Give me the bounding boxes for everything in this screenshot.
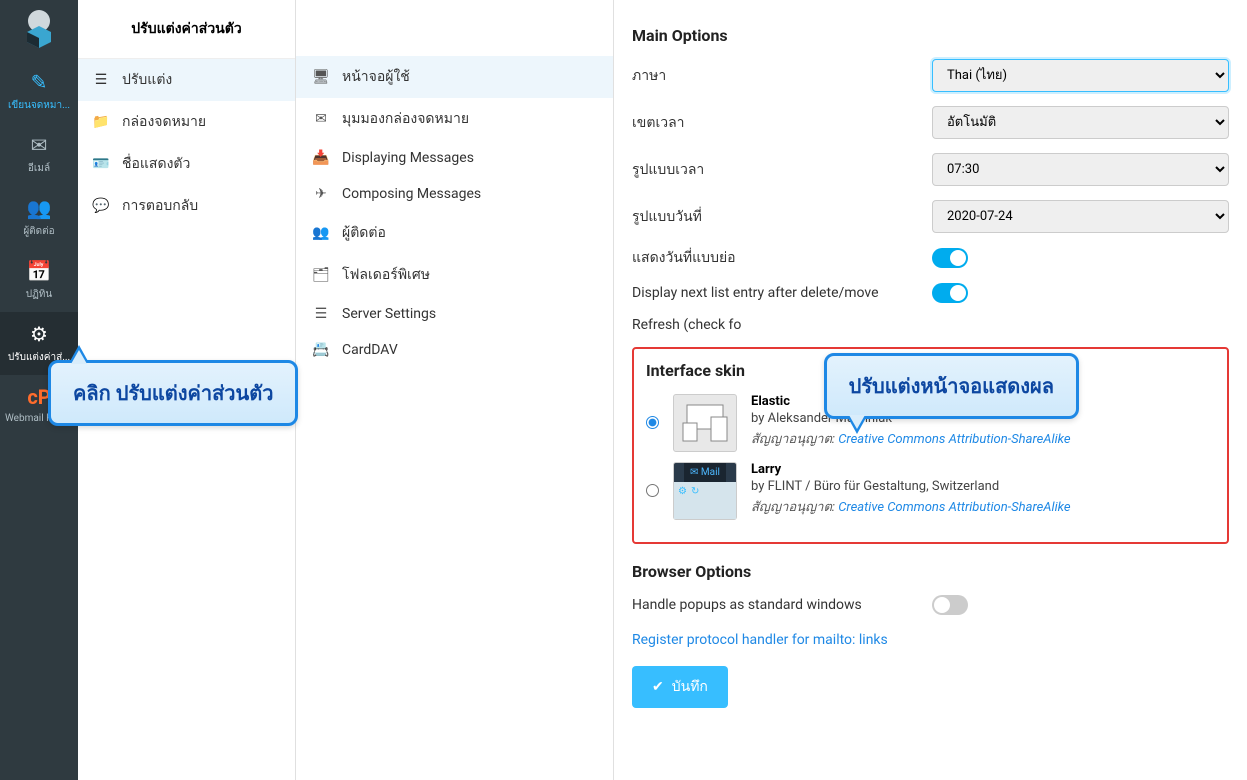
setting-contacts[interactable]: 👥 ผู้ติดต่อ [296, 212, 613, 254]
timezone-label: เขตเวลา [632, 112, 932, 134]
section-preferences-label: ปรับแต่ง [122, 69, 172, 91]
nav-compose[interactable]: ✎ เขียนจดหมา... [0, 60, 78, 123]
setting-user-interface[interactable]: 🖥 หน้าจอผู้ใช้ [296, 56, 613, 98]
timeformat-select[interactable]: 07:30 [932, 153, 1229, 186]
section-responses-label: การตอบกลับ [122, 195, 198, 217]
field-refresh: Refresh (check fo [632, 317, 1229, 333]
field-popup: Handle popups as standard windows [632, 595, 1229, 615]
field-dateformat: รูปแบบวันที่ 2020-07-24 [632, 200, 1229, 233]
field-timeformat: รูปแบบเวลา 07:30 [632, 153, 1229, 186]
carddav-icon: 📇 [312, 342, 330, 358]
displaynext-label: Display next list entry after delete/mov… [632, 285, 932, 301]
sections-title: ปรับแต่งค่าส่วนตัว [78, 0, 295, 59]
setting-special-folders[interactable]: 🗂 โฟลเดอร์พิเศษ [296, 254, 613, 296]
section-identities[interactable]: 🪪 ชื่อแสดงตัว [78, 143, 295, 185]
nav-compose-label: เขียนจดหมา... [2, 98, 76, 113]
section-preferences[interactable]: ☰ ปรับแต่ง [78, 59, 295, 101]
dateformat-label: รูปแบบวันที่ [632, 206, 932, 228]
folder-icon: 📁 [92, 114, 110, 130]
mailto-register-link[interactable]: Register protocol handler for mailto: li… [632, 632, 888, 648]
timezone-select[interactable]: อัตโนมัติ [932, 106, 1229, 139]
popup-toggle[interactable] [932, 595, 968, 615]
reply-icon: 💬 [92, 198, 110, 214]
popup-label: Handle popups as standard windows [632, 597, 932, 613]
setting-composing-messages[interactable]: ✈ Composing Messages [296, 176, 613, 212]
setting-displaying-messages[interactable]: 📥 Displaying Messages [296, 140, 613, 176]
nav-contacts[interactable]: 👥 ผู้ติดต่อ [0, 186, 78, 249]
refresh-label: Refresh (check fo [632, 317, 932, 333]
section-folders-label: กล่องจดหมาย [122, 111, 206, 133]
calendar-icon: 📅 [27, 259, 52, 283]
displaynext-toggle[interactable] [932, 283, 968, 303]
skin-thumb-elastic [673, 394, 737, 452]
skin-radio-elastic[interactable] [646, 416, 659, 429]
main-options-heading: Main Options [632, 26, 1229, 45]
skin-radio-larry[interactable] [646, 484, 659, 497]
prettydate-toggle[interactable] [932, 248, 968, 268]
save-button[interactable]: ✔ บันทึก [632, 666, 728, 708]
skin-author-larry: by FLINT / Büro für Gestaltung, Switzerl… [751, 479, 1215, 494]
field-timezone: เขตเวลา อัตโนมัติ [632, 106, 1229, 139]
dateformat-select[interactable]: 2020-07-24 [932, 200, 1229, 233]
sliders-icon: ☰ [92, 72, 110, 88]
setting-mailbox-label: มุมมองกล่องจดหมาย [342, 108, 469, 130]
setting-display-label: Displaying Messages [342, 150, 474, 166]
setting-contacts-label: ผู้ติดต่อ [342, 222, 386, 244]
mail-icon: ✉ [31, 133, 48, 157]
timeformat-label: รูปแบบเวลา [632, 159, 932, 181]
folder-open-icon: 🗂 [312, 267, 330, 283]
section-responses[interactable]: 💬 การตอบกลับ [78, 185, 295, 227]
setting-server-settings[interactable]: ☰ Server Settings [296, 296, 613, 332]
server-icon: ☰ [312, 306, 330, 322]
setting-carddav[interactable]: 📇 CardDAV [296, 332, 613, 368]
gear-icon: ⚙ [30, 322, 48, 346]
inbox-icon: 📥 [312, 150, 330, 166]
setting-special-label: โฟลเดอร์พิเศษ [342, 264, 430, 286]
nav-contacts-label: ผู้ติดต่อ [2, 224, 76, 239]
skin-license-link-larry[interactable]: Creative Commons Attribution-ShareAlike [838, 500, 1070, 515]
contacts-icon: 👥 [27, 196, 52, 220]
skin-info-larry: Larry by FLINT / Büro für Gestaltung, Sw… [751, 462, 1215, 517]
skin-name-larry: Larry [751, 462, 1215, 477]
browser-options-heading: Browser Options [632, 562, 1229, 581]
nav-calendar[interactable]: 📅 ปฏิทิน [0, 249, 78, 312]
language-label: ภาษา [632, 65, 932, 87]
nav-mail-label: อีเมล์ [2, 161, 76, 176]
setting-carddav-label: CardDAV [342, 342, 398, 358]
nav-calendar-label: ปฏิทิน [2, 287, 76, 302]
app-logo [19, 8, 59, 48]
compose-icon: ✎ [31, 70, 48, 94]
skin-option-larry[interactable]: ✉ Mail ⚙↻ Larry by FLINT / Büro für Gest… [646, 462, 1215, 520]
skin-thumb-larry: ✉ Mail ⚙↻ [673, 462, 737, 520]
field-displaynext: Display next list entry after delete/mov… [632, 283, 1229, 303]
section-identities-label: ชื่อแสดงตัว [122, 153, 190, 175]
desktop-icon: 🖥 [312, 69, 330, 85]
envelope-icon: ✉ [312, 111, 330, 127]
setting-ui-label: หน้าจอผู้ใช้ [342, 66, 410, 88]
field-prettydate: แสดงวันที่แบบย่อ [632, 247, 1229, 269]
send-icon: ✈ [312, 186, 330, 202]
skin-license-link-elastic[interactable]: Creative Commons Attribution-ShareAlike [838, 432, 1070, 447]
save-button-label: บันทึก [672, 676, 708, 698]
field-language: ภาษา Thai (ไทย) [632, 59, 1229, 92]
section-folders[interactable]: 📁 กล่องจดหมาย [78, 101, 295, 143]
prettydate-label: แสดงวันที่แบบย่อ [632, 247, 932, 269]
check-icon: ✔ [652, 679, 664, 695]
setting-compose-label: Composing Messages [342, 186, 481, 202]
language-select[interactable]: Thai (ไทย) [932, 59, 1229, 92]
setting-mailbox-view[interactable]: ✉ มุมมองกล่องจดหมาย [296, 98, 613, 140]
id-icon: 🪪 [92, 156, 110, 172]
settings-list-sidebar: 🖥 หน้าจอผู้ใช้ ✉ มุมมองกล่องจดหมาย 📥 Dis… [296, 0, 614, 780]
skin-license-elastic: สัญญาอนุญาต: Creative Commons Attributio… [751, 428, 1215, 449]
callout-click-settings: คลิก ปรับแต่งค่าส่วนตัว [48, 360, 298, 426]
callout-customize-display: ปรับแต่งหน้าจอแสดงผล [824, 353, 1079, 419]
nav-mail[interactable]: ✉ อีเมล์ [0, 123, 78, 186]
users-icon: 👥 [312, 225, 330, 241]
setting-server-label: Server Settings [342, 306, 436, 322]
skin-license-larry: สัญญาอนุญาต: Creative Commons Attributio… [751, 496, 1215, 517]
